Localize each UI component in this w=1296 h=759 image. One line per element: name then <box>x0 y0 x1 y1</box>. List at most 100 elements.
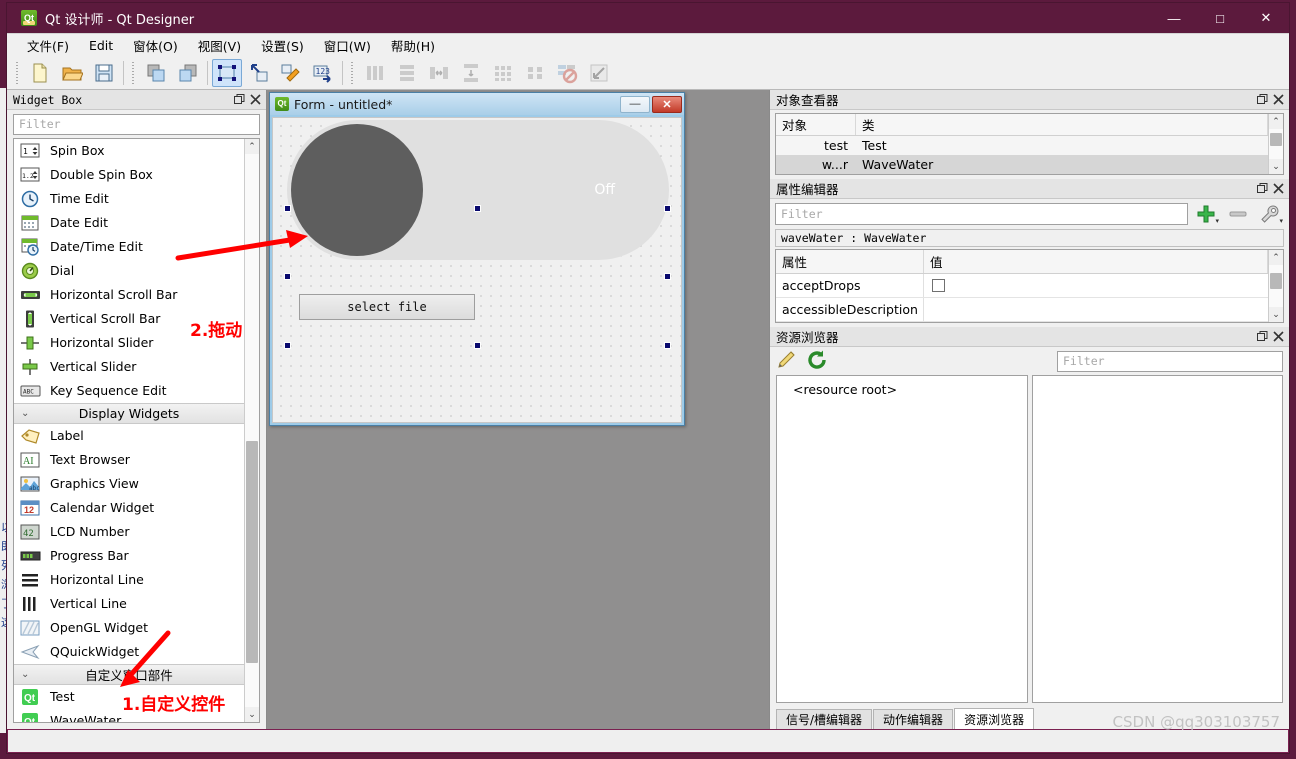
restore-icon[interactable] <box>232 93 246 107</box>
form-minimize-button[interactable]: — <box>620 95 650 113</box>
widget-item-progress-bar[interactable]: Progress Bar <box>14 544 244 568</box>
widget-item-vertical-slider[interactable]: Vertical Slider <box>14 355 244 379</box>
minimize-button[interactable]: — <box>1151 3 1197 33</box>
scroll-down-icon[interactable]: ⌄ <box>1269 307 1283 322</box>
widget-item-horizontal-line[interactable]: Horizontal Line <box>14 568 244 592</box>
selection-handle[interactable] <box>664 342 671 349</box>
open-folder-icon[interactable] <box>57 59 87 87</box>
layout-splitter-horizontal-icon[interactable] <box>424 59 454 87</box>
maximize-button[interactable]: □ <box>1197 3 1243 33</box>
adjust-size-icon[interactable] <box>584 59 614 87</box>
accept-drops-checkbox[interactable] <box>932 279 945 292</box>
menu-item-file[interactable]: 文件(F) <box>17 33 79 58</box>
widget-item-spin-box[interactable]: 1 Spin Box <box>14 139 244 163</box>
widget-item-dial[interactable]: Dial <box>14 259 244 283</box>
widget-item-text-browser[interactable]: AI Text Browser <box>14 448 244 472</box>
column-header-object[interactable]: 对象 <box>776 114 856 135</box>
wave-water-knob[interactable] <box>291 124 423 256</box>
property-editor-scrollbar[interactable]: ⌃ ⌄ <box>1268 250 1283 322</box>
scroll-down-icon[interactable]: ⌄ <box>1269 159 1283 174</box>
menu-item-view[interactable]: 视图(V) <box>188 33 251 58</box>
selection-handle[interactable] <box>664 273 671 280</box>
selection-handle[interactable] <box>284 273 291 280</box>
table-row[interactable]: w...r WaveWater <box>776 155 1268 174</box>
form-window[interactable]: Form - untitled* — ✕ Off select file <box>269 92 685 426</box>
widget-item-time-edit[interactable]: Time Edit <box>14 187 244 211</box>
layout-grid-icon[interactable] <box>488 59 518 87</box>
widget-item-qquickwidget[interactable]: QQuickWidget <box>14 640 244 664</box>
column-header-class[interactable]: 类 <box>856 114 1268 135</box>
selection-handle[interactable] <box>664 205 671 212</box>
property-value[interactable] <box>924 298 1268 321</box>
pencil-edit-icon[interactable] <box>776 349 798 374</box>
selection-handle[interactable] <box>474 342 481 349</box>
widget-item-horizontal-scroll-bar[interactable]: Horizontal Scroll Bar <box>14 283 244 307</box>
layout-vertically-icon[interactable] <box>392 59 422 87</box>
save-icon[interactable] <box>89 59 119 87</box>
scrollbar-track[interactable] <box>1269 129 1283 159</box>
widget-item-date-edit[interactable]: Date Edit <box>14 211 244 235</box>
menu-item-form[interactable]: 窗体(O) <box>123 33 188 58</box>
widget-item-calendar-widget[interactable]: 12 Calendar Widget <box>14 496 244 520</box>
tab-resource-browser[interactable]: 资源浏览器 <box>954 708 1035 729</box>
menu-item-window[interactable]: 窗口(W) <box>314 33 381 58</box>
layout-splitter-vertical-icon[interactable] <box>456 59 486 87</box>
reload-refresh-icon[interactable] <box>806 349 828 374</box>
restore-icon[interactable] <box>1255 93 1269 107</box>
close-icon[interactable] <box>1271 182 1285 196</box>
widget-item-date-time-edit[interactable]: Date/Time Edit <box>14 235 244 259</box>
column-header-property[interactable]: 属性 <box>776 250 924 273</box>
close-icon[interactable] <box>1271 93 1285 107</box>
widget-item-opengl-widget[interactable]: OpenGL Widget <box>14 616 244 640</box>
edit-signals-slots-icon[interactable] <box>244 59 274 87</box>
scrollbar-thumb[interactable] <box>1270 272 1282 290</box>
edit-widgets-icon[interactable] <box>212 58 242 87</box>
layout-horizontally-icon[interactable] <box>360 59 390 87</box>
tab-action-editor[interactable]: 动作编辑器 <box>873 709 954 729</box>
menu-item-help[interactable]: 帮助(H) <box>381 33 445 58</box>
widget-box-scrollbar[interactable]: ⌃ ⌄ <box>244 138 259 722</box>
widget-item-key-sequence-edit[interactable]: ABC Key Sequence Edit <box>14 379 244 403</box>
selection-handle[interactable] <box>284 205 291 212</box>
object-inspector-scrollbar[interactable]: ⌃ ⌄ <box>1268 114 1283 174</box>
layout-form-icon[interactable] <box>520 59 550 87</box>
scroll-up-icon[interactable]: ⌃ <box>245 138 259 154</box>
scrollbar-thumb[interactable] <box>246 441 258 663</box>
selection-handle[interactable] <box>284 342 291 349</box>
close-icon[interactable] <box>1271 330 1285 344</box>
edit-tab-order-icon[interactable]: 123 <box>308 59 338 87</box>
property-value[interactable] <box>924 274 1268 297</box>
restore-icon[interactable] <box>1255 330 1269 344</box>
toolbar-grip[interactable] <box>130 61 137 85</box>
scroll-down-icon[interactable]: ⌄ <box>245 707 259 722</box>
tab-signal-slot-editor[interactable]: 信号/槽编辑器 <box>776 709 873 729</box>
break-layout-icon[interactable] <box>552 59 582 87</box>
form-close-button[interactable]: ✕ <box>652 95 682 113</box>
widget-item-lcd-number[interactable]: 42 LCD Number <box>14 520 244 544</box>
edit-buddies-icon[interactable] <box>276 59 306 87</box>
resource-root-item[interactable]: <resource root> <box>777 382 1027 397</box>
widget-item-graphics-view[interactable]: abc Graphics View <box>14 472 244 496</box>
undo-icon[interactable] <box>141 59 171 87</box>
table-row[interactable]: accessibleDescription <box>776 298 1268 322</box>
design-canvas[interactable]: Form - untitled* — ✕ Off select file <box>267 90 769 729</box>
scrollbar-track[interactable] <box>1269 265 1283 307</box>
table-row[interactable]: test Test <box>776 136 1268 155</box>
scrollbar-track[interactable] <box>245 153 259 707</box>
property-filter-input[interactable]: Filter <box>775 203 1188 225</box>
widget-item-vertical-line[interactable]: Vertical Line <box>14 592 244 616</box>
configure-wrench-icon[interactable]: ▾ <box>1256 202 1284 226</box>
resource-preview-pane[interactable] <box>1032 375 1283 703</box>
resource-tree-pane[interactable]: <resource root> <box>776 375 1028 703</box>
restore-icon[interactable] <box>1255 182 1269 196</box>
widget-group-display-widgets[interactable]: ⌄ Display Widgets <box>14 402 244 424</box>
resource-filter-input[interactable]: Filter <box>1057 350 1283 372</box>
menu-item-settings[interactable]: 设置(S) <box>251 33 314 58</box>
toolbar-grip[interactable] <box>14 61 21 85</box>
selection-handle[interactable] <box>474 205 481 212</box>
widget-item-double-spin-box[interactable]: 1.2 Double Spin Box <box>14 163 244 187</box>
remove-icon[interactable] <box>1224 202 1252 226</box>
column-header-value[interactable]: 值 <box>924 250 1268 273</box>
table-row[interactable]: acceptDrops <box>776 274 1268 298</box>
scrollbar-thumb[interactable] <box>1270 132 1282 147</box>
